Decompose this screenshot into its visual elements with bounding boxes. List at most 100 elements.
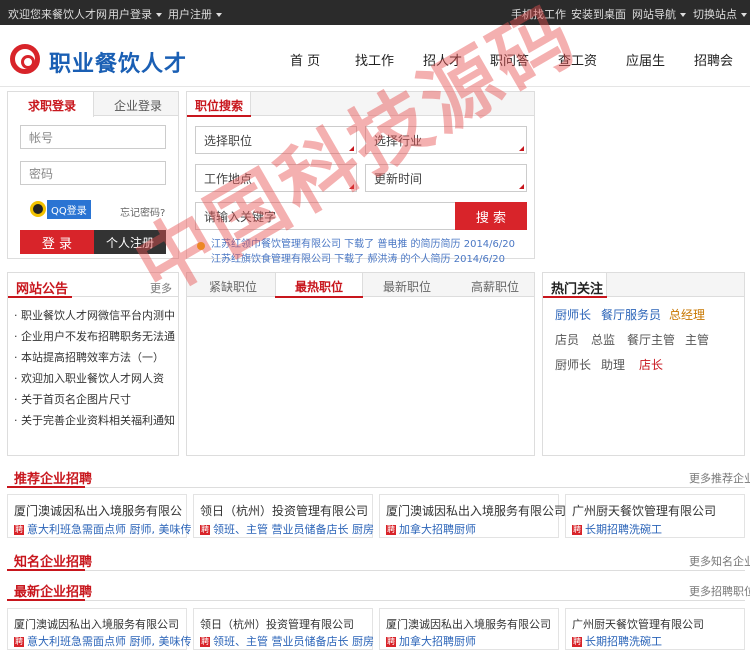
chevron-down-icon [216,13,222,17]
qq-icon [30,201,46,217]
mobile-job-link[interactable]: 手机找工作 [511,6,566,22]
logo-text[interactable]: 职业餐饮人才 [49,46,187,78]
company-jobs[interactable]: 聘领班、主管 营业员储备店长 厨房 [200,521,374,537]
search-button[interactable]: 搜 索 [455,202,527,230]
location-select[interactable]: 工作地点 [195,164,357,192]
company-card[interactable]: 厦门澳诚因私出入境服务有限公司 聘意大利班急需面点师 厨师, 美味传 [7,608,192,650]
keyword-input[interactable]: 请输入关键字 [195,202,457,230]
nav-recruit[interactable]: 招人才 [423,50,462,69]
site-nav-menu[interactable]: 网站导航 [632,6,686,22]
tab-company-login[interactable]: 企业登录 [114,97,162,114]
company-name[interactable]: 厦门澳诚因私出入境服务有限公 [14,502,182,519]
hot-tag[interactable]: 助理 [601,356,625,373]
hot-tag[interactable]: 总监 [591,331,615,348]
install-desktop-link[interactable]: 安装到桌面 [571,6,626,22]
user-register-menu[interactable]: 用户注册 [168,6,222,22]
position-select[interactable]: 选择职位 [195,126,357,154]
hot-tag[interactable]: 主管 [685,331,709,348]
login-panel: 求职登录 企业登录 帐号 密码 QQ登录 忘记密码? 登 录 个人注册 [7,91,179,259]
hire-icon: 聘 [572,525,582,535]
forgot-password-link[interactable]: 忘记密码? [120,204,165,219]
ticker-item[interactable]: 江苏红领巾餐饮管理有限公司 下载了 普电推 的简历简历 2014/6/20 [211,235,515,250]
chevron-down-icon [156,13,162,17]
company-card[interactable]: 厦门澳诚因私出入境服务有限公 聘意大利班急需面点师 厨师, 美味传 [7,494,192,538]
hot-tag[interactable]: 餐厅服务员 [601,306,661,323]
hire-icon: 聘 [572,637,582,647]
qq-login-button[interactable]: QQ登录 [30,199,91,219]
company-card[interactable]: 厦门澳诚因私出入境服务有限公司 聘加拿大招聘厨师 [379,608,559,650]
password-input[interactable]: 密码 [20,161,166,185]
nav-salary[interactable]: 查工资 [558,50,597,69]
hot-tag[interactable]: 总经理 [669,306,705,323]
account-input[interactable]: 帐号 [20,125,166,149]
user-login-menu[interactable]: 用户登录 [108,6,162,22]
notice-item[interactable]: · 本站提高招聘效率方法（一） [14,349,164,365]
company-name[interactable]: 厦门澳诚因私出入境服务有限公司 [386,616,551,632]
recommend-title: 推荐企业招聘 [14,472,93,487]
top-bar: 欢迎您来餐饮人才网 用户登录 用户注册 手机找工作 安装到桌面 网站导航 切换站… [0,0,750,25]
notice-more-link[interactable]: 更多 [150,280,172,296]
company-card[interactable]: 厦门澳诚因私出入境服务有限公司 聘加拿大招聘厨师 [379,494,566,538]
nav-qa[interactable]: 职问答 [490,50,529,69]
company-jobs[interactable]: 聘加拿大招聘厨师 [386,521,476,537]
hot-tag[interactable]: 厨师长 [555,356,591,373]
tab-high-salary-jobs[interactable]: 高薪职位 [471,278,519,295]
update-time-select[interactable]: 更新时间 [365,164,527,192]
company-jobs[interactable]: 聘意大利班急需面点师 厨师, 美味传 [14,633,192,649]
register-button[interactable]: 个人注册 [94,230,166,254]
switch-site-menu[interactable]: 切换站点 [693,6,747,22]
company-jobs[interactable]: 聘长期招聘洗碗工 [572,633,662,649]
nav-graduate[interactable]: 应届生 [626,50,665,69]
hire-icon: 聘 [200,525,210,535]
notice-item[interactable]: · 关于首页名企图片尺寸 [14,391,131,407]
industry-select[interactable]: 选择行业 [365,126,527,154]
notice-panel: 网站公告 更多 · 职业餐饮人才网微信平台内测中 · 企业用户不发布招聘职务无法… [7,272,179,456]
company-card[interactable]: 广州厨天餐饮管理有限公司 聘长期招聘洗碗工 [565,608,745,650]
latest-more-link[interactable]: 更多招聘职位 [689,583,750,599]
company-name[interactable]: 厦门澳诚因私出入境服务有限公司 [14,616,179,632]
login-button[interactable]: 登 录 [20,230,94,254]
notice-item[interactable]: · 关于完善企业资料相关福利通知 [14,412,175,428]
nav-home[interactable]: 首 页 [290,50,320,69]
notice-item[interactable]: · 职业餐饮人才网微信平台内测中 [14,307,175,323]
notice-item[interactable]: · 欢迎加入职业餐饮人才网人资 [14,370,164,386]
hot-title: 热门关注 [551,282,604,297]
tab-hot-jobs[interactable]: 最热职位 [295,278,343,295]
company-name[interactable]: 领日（杭州）投资管理有限公司 [200,616,354,632]
company-card[interactable]: 领日（杭州）投资管理有限公司 聘领班、主管 营业员储备店长 厨房 [193,608,374,650]
company-name[interactable]: 厦门澳诚因私出入境服务有限公司 [386,502,566,519]
tab-seeker-label[interactable]: 求职登录 [28,97,76,114]
company-name[interactable]: 广州厨天餐饮管理有限公司 [572,616,704,632]
hire-icon: 聘 [386,525,396,535]
header-divider [0,86,750,87]
company-card[interactable]: 领日（杭州）投资管理有限公司 聘领班、主管 营业员储备店长 厨房 [193,494,374,538]
ticker-item[interactable]: 江苏红旗饮食管理有限公司 下载了 郝洪涛 的个人简历 2014/6/20 [211,250,505,265]
latest-title: 最新企业招聘 [14,585,93,600]
hire-icon: 聘 [200,637,210,647]
company-jobs[interactable]: 聘长期招聘洗碗工 [572,521,662,537]
chevron-down-icon [680,13,686,17]
recommend-more-link[interactable]: 更多推荐企业 [689,470,750,486]
hot-panel: 热门关注 厨师长 餐厅服务员 总经理 店员 总监 餐厅主管 主管 厨师长 助理 … [542,272,745,456]
tab-urgent-jobs[interactable]: 紧缺职位 [209,278,257,295]
company-jobs[interactable]: 聘意大利班急需面点师 厨师, 美味传 [14,521,192,537]
hot-tag[interactable]: 厨师长 [555,306,591,323]
famous-more-link[interactable]: 更多知名企业 [689,553,750,569]
notice-item[interactable]: · 企业用户不发布招聘职务无法通 [14,328,175,344]
company-name[interactable]: 领日（杭州）投资管理有限公司 [200,502,368,519]
company-name[interactable]: 广州厨天餐饮管理有限公司 [572,502,716,519]
logo-icon[interactable] [10,44,40,74]
chevron-down-icon [741,13,747,17]
hot-tag[interactable]: 餐厅主管 [627,331,675,348]
search-panel: 职位搜索 选择职位 选择行业 工作地点 更新时间 请输入关键字 搜 索 江苏红领… [186,91,535,265]
hot-tag[interactable]: 店长 [639,356,663,373]
nav-job-fair[interactable]: 招聘会 [694,50,733,69]
company-jobs[interactable]: 聘加拿大招聘厨师 [386,633,476,649]
company-card[interactable]: 广州厨天餐饮管理有限公司 聘长期招聘洗碗工 [565,494,745,538]
hire-icon: 聘 [14,637,24,647]
tab-new-jobs[interactable]: 最新职位 [383,278,431,295]
nav-find-job[interactable]: 找工作 [355,50,394,69]
bulb-icon [197,242,205,250]
company-jobs[interactable]: 聘领班、主管 营业员储备店长 厨房 [200,633,374,649]
hot-tag[interactable]: 店员 [555,331,579,348]
